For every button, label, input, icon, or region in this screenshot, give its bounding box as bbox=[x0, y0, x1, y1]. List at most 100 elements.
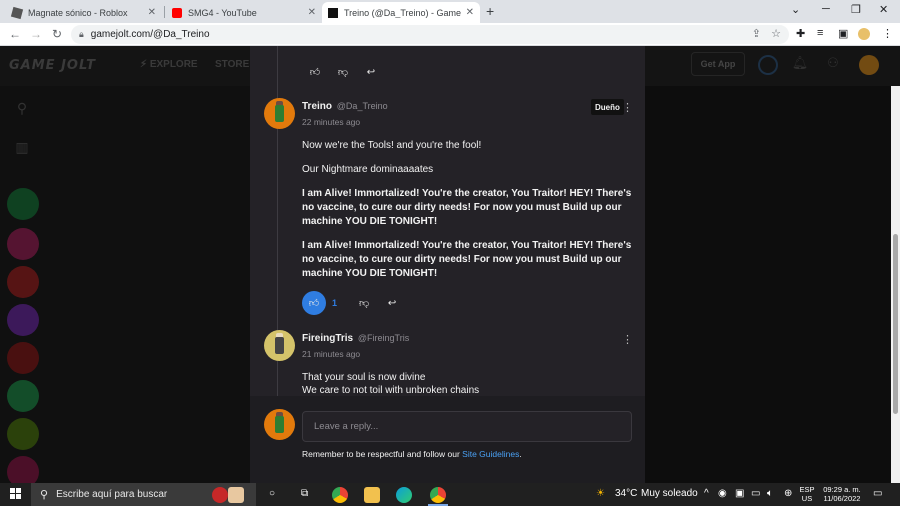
thumbs-down-icon[interactable]: 👎︎ bbox=[353, 292, 375, 314]
share-icon[interactable]: ⇪ bbox=[752, 27, 761, 40]
edge-icon[interactable] bbox=[396, 487, 412, 503]
new-tab-button[interactable]: + bbox=[486, 3, 494, 19]
tab-title: Treino (@Da_Treino) - Game Jolt bbox=[344, 7, 462, 18]
windows-start-icon[interactable] bbox=[10, 488, 22, 500]
more-options-icon[interactable]: ⋮ bbox=[622, 101, 633, 114]
weather-sun-icon[interactable]: ☀ bbox=[596, 488, 605, 499]
page-scrollbar[interactable] bbox=[891, 86, 900, 483]
address-bar-row: ← → ↻ 🔒︎ gamejolt.com/@Da_Treino ⇪ ☆ ✚ ≡… bbox=[0, 23, 900, 46]
tab-title: SMG4 - YouTube bbox=[188, 7, 257, 18]
comment-author[interactable]: FireingTris @FireingTris bbox=[302, 333, 409, 344]
tab-youtube[interactable]: SMG4 - YouTube ✕ bbox=[166, 2, 322, 23]
cortana-icon[interactable]: ○ bbox=[269, 488, 275, 499]
language-indicator[interactable]: ESP US bbox=[798, 485, 816, 503]
page: GAME JOLT ⚡︎ EXPLORE STORE Get App 🔔︎ ⚇ … bbox=[0, 46, 900, 483]
clock-time: 09:29 a. m. bbox=[823, 485, 861, 494]
tab-roblox[interactable]: Magnate sónico - Roblox ✕ bbox=[6, 2, 162, 23]
url-text: gamejolt.com/@Da_Treino bbox=[90, 29, 210, 40]
battery-icon[interactable]: ▭ bbox=[751, 488, 760, 499]
comment-text: Our Nightmare dominaaaates bbox=[302, 164, 434, 175]
avatar[interactable] bbox=[264, 330, 295, 361]
chrome-icon[interactable] bbox=[332, 487, 348, 503]
comment-author[interactable]: Treino @Da_Treino bbox=[302, 101, 388, 112]
comment-timestamp[interactable]: 21 minutes ago bbox=[302, 349, 360, 359]
volume-icon[interactable]: 🔈︎ bbox=[767, 488, 773, 499]
owner-badge: Dueño bbox=[591, 99, 624, 115]
vote-row: 👍︎ 👎︎ ↩ bbox=[304, 61, 388, 83]
youtube-icon bbox=[172, 7, 182, 18]
close-icon[interactable]: ✕ bbox=[466, 7, 474, 18]
side-panel-icon[interactable]: ▣ bbox=[838, 27, 848, 40]
notifications-icon[interactable]: ▭ bbox=[873, 488, 882, 499]
guidelines-note: Remember to be respectful and follow our… bbox=[302, 449, 522, 459]
vote-row: 👍︎ 1 👎︎ ↩ bbox=[302, 291, 409, 315]
close-icon[interactable]: ✕ bbox=[148, 7, 156, 18]
taskbar: ⚲ Escribe aquí para buscar ○ ⧉ ☀ 34°C Mu… bbox=[0, 483, 900, 506]
tab-separator bbox=[164, 6, 165, 18]
weather-temp[interactable]: 34°C bbox=[615, 488, 637, 499]
comment-text: Now we're the Tools! and you're the fool… bbox=[302, 140, 482, 151]
profile-avatar[interactable] bbox=[858, 28, 870, 40]
network-icon[interactable]: ⊕ bbox=[784, 488, 792, 499]
author-handle: @Da_Treino bbox=[336, 101, 388, 111]
reload-icon[interactable]: ↻ bbox=[52, 27, 62, 41]
menu-icon[interactable]: ⋮ bbox=[882, 27, 893, 40]
media-icon[interactable]: ≡ bbox=[817, 27, 823, 39]
news-widget-icon[interactable] bbox=[228, 487, 244, 503]
scrollbar-thumb[interactable] bbox=[893, 234, 898, 414]
file-explorer-icon[interactable] bbox=[364, 487, 380, 503]
back-icon[interactable]: ← bbox=[9, 27, 21, 41]
comment-thread[interactable]: 👍︎ 👎︎ ↩ Treino @Da_Treino 22 minutes ago… bbox=[250, 46, 645, 396]
author-handle: @FireingTris bbox=[357, 333, 410, 343]
tray-app-icon[interactable]: ◉ bbox=[718, 488, 727, 499]
roblox-icon bbox=[10, 6, 24, 19]
comment-text: I am Alive! Immortalized! You're the cre… bbox=[302, 240, 632, 279]
author-name: FireingTris bbox=[302, 333, 354, 344]
url-field[interactable]: 🔒︎ gamejolt.com/@Da_Treino ⇪ ☆ bbox=[71, 25, 789, 44]
site-guidelines-link[interactable]: Site Guidelines bbox=[462, 449, 519, 459]
tab-search-icon[interactable]: ⌄ bbox=[791, 3, 800, 16]
tab-title: Magnate sónico - Roblox bbox=[28, 7, 128, 18]
comment-text: That your soul is now divine bbox=[302, 372, 426, 383]
search-placeholder: Escribe aquí para buscar bbox=[56, 489, 168, 500]
extensions-icon[interactable]: ✚ bbox=[796, 27, 805, 40]
author-name: Treino bbox=[302, 101, 333, 112]
lock-icon[interactable]: 🔒︎ bbox=[79, 29, 84, 40]
thumbs-up-icon[interactable]: 👍︎ bbox=[304, 61, 326, 83]
avatar bbox=[264, 409, 295, 440]
window-close-icon[interactable]: ✕ bbox=[879, 3, 888, 16]
search-icon: ⚲ bbox=[40, 489, 49, 501]
close-icon[interactable]: ✕ bbox=[308, 7, 316, 18]
guidelines-text: Remember to be respectful and follow our bbox=[302, 449, 463, 459]
comment-text: We care to not toil with unbroken chains bbox=[302, 385, 480, 396]
thumbs-up-icon[interactable]: 👍︎ bbox=[302, 291, 326, 315]
reply-icon[interactable]: ↩ bbox=[381, 292, 403, 314]
tray-app-icon[interactable]: ▣ bbox=[735, 488, 744, 499]
bookmark-star-icon[interactable]: ☆ bbox=[771, 27, 781, 40]
show-hidden-icons[interactable]: ^ bbox=[704, 488, 709, 499]
task-view-icon[interactable]: ⧉ bbox=[301, 488, 308, 499]
comment-timestamp[interactable]: 22 minutes ago bbox=[302, 117, 360, 127]
weather-desc[interactable]: Muy soleado bbox=[641, 488, 698, 499]
reply-composer: Leave a reply... Remember to be respectf… bbox=[250, 396, 645, 483]
like-count[interactable]: 1 bbox=[332, 298, 337, 308]
news-widget-icon[interactable] bbox=[212, 487, 228, 503]
thumbs-down-icon[interactable]: 👎︎ bbox=[332, 61, 354, 83]
language: ESP bbox=[799, 485, 815, 494]
comment-modal: 👍︎ 👎︎ ↩ Treino @Da_Treino 22 minutes ago… bbox=[250, 46, 645, 483]
avatar[interactable] bbox=[264, 98, 295, 129]
minimize-icon[interactable]: ─ bbox=[822, 3, 830, 15]
more-options-icon[interactable]: ⋮ bbox=[622, 333, 633, 346]
comment-text: I am Alive! Immortalized! You're the cre… bbox=[302, 188, 632, 227]
clock[interactable]: 09:29 a. m. 11/06/2022 bbox=[818, 485, 866, 503]
region: US bbox=[801, 494, 813, 503]
reply-icon[interactable]: ↩ bbox=[360, 61, 382, 83]
tab-strip: Magnate sónico - Roblox ✕ SMG4 - YouTube… bbox=[0, 0, 900, 23]
forward-icon[interactable]: → bbox=[30, 27, 42, 41]
gamejolt-icon bbox=[328, 7, 338, 18]
tab-gamejolt[interactable]: Treino (@Da_Treino) - Game Jolt ✕ bbox=[322, 2, 480, 23]
restore-icon[interactable]: ❐ bbox=[851, 3, 861, 16]
reply-input[interactable]: Leave a reply... bbox=[302, 411, 632, 442]
chrome-icon[interactable] bbox=[430, 487, 446, 503]
clock-date: 11/06/2022 bbox=[823, 494, 861, 503]
